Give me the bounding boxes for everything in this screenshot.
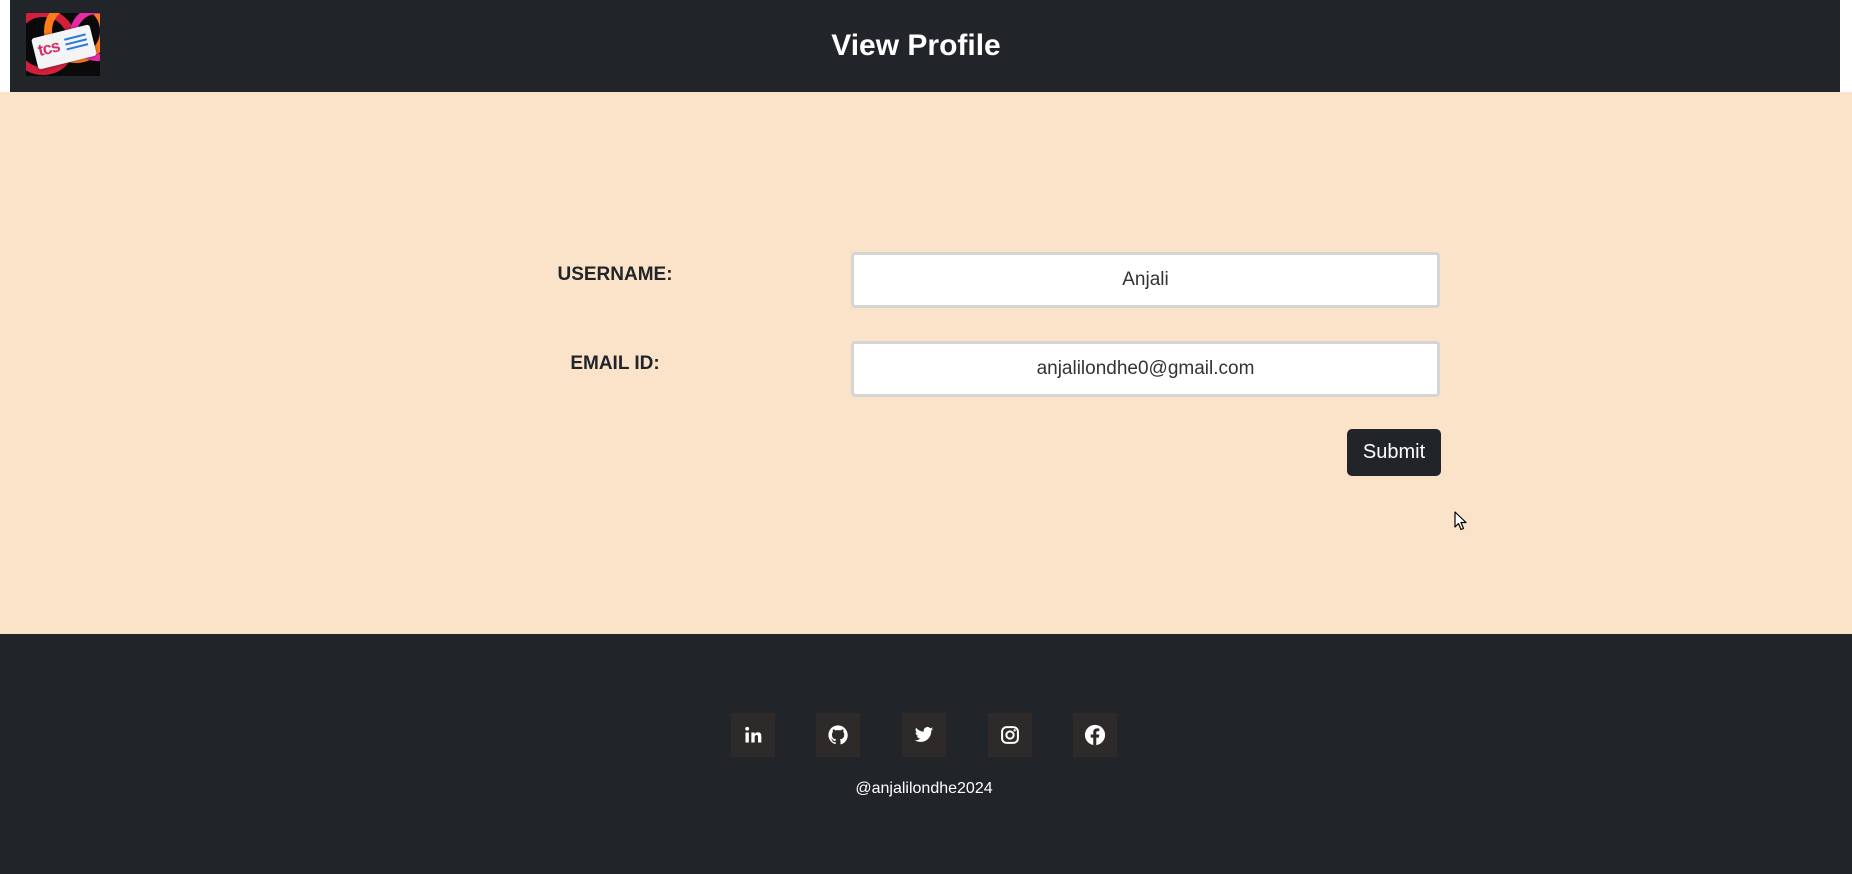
page-title: View Profile (831, 29, 1001, 62)
footer-handle: @anjalilondhe2024 (855, 780, 993, 797)
github-icon (828, 725, 848, 745)
twitter-link[interactable] (902, 713, 946, 757)
profile-form-area: USERNAME: EMAIL ID: Submit (0, 92, 1852, 634)
email-field[interactable] (851, 341, 1440, 397)
email-label: EMAIL ID: (570, 353, 660, 374)
mouse-cursor-icon (1454, 511, 1467, 531)
logo-lines (64, 33, 89, 53)
facebook-link[interactable] (1073, 713, 1117, 757)
submit-button[interactable]: Submit (1347, 429, 1441, 476)
logo-text: tcs (35, 36, 62, 61)
footer: @anjalilondhe2024 (0, 634, 1852, 874)
twitter-icon (914, 727, 934, 742)
linkedin-link[interactable] (731, 713, 775, 757)
username-field[interactable] (851, 252, 1440, 308)
username-label: USERNAME: (557, 264, 673, 285)
instagram-icon (1001, 726, 1019, 744)
github-link[interactable] (816, 713, 860, 757)
linkedin-icon (745, 726, 762, 743)
instagram-link[interactable] (988, 713, 1032, 757)
page: tcs View Profile USERNAME: EMAIL ID: Sub… (0, 0, 1852, 874)
facebook-icon (1084, 724, 1106, 746)
header-bar: tcs View Profile (10, 0, 1840, 92)
tcs-logo[interactable]: tcs (26, 13, 100, 76)
